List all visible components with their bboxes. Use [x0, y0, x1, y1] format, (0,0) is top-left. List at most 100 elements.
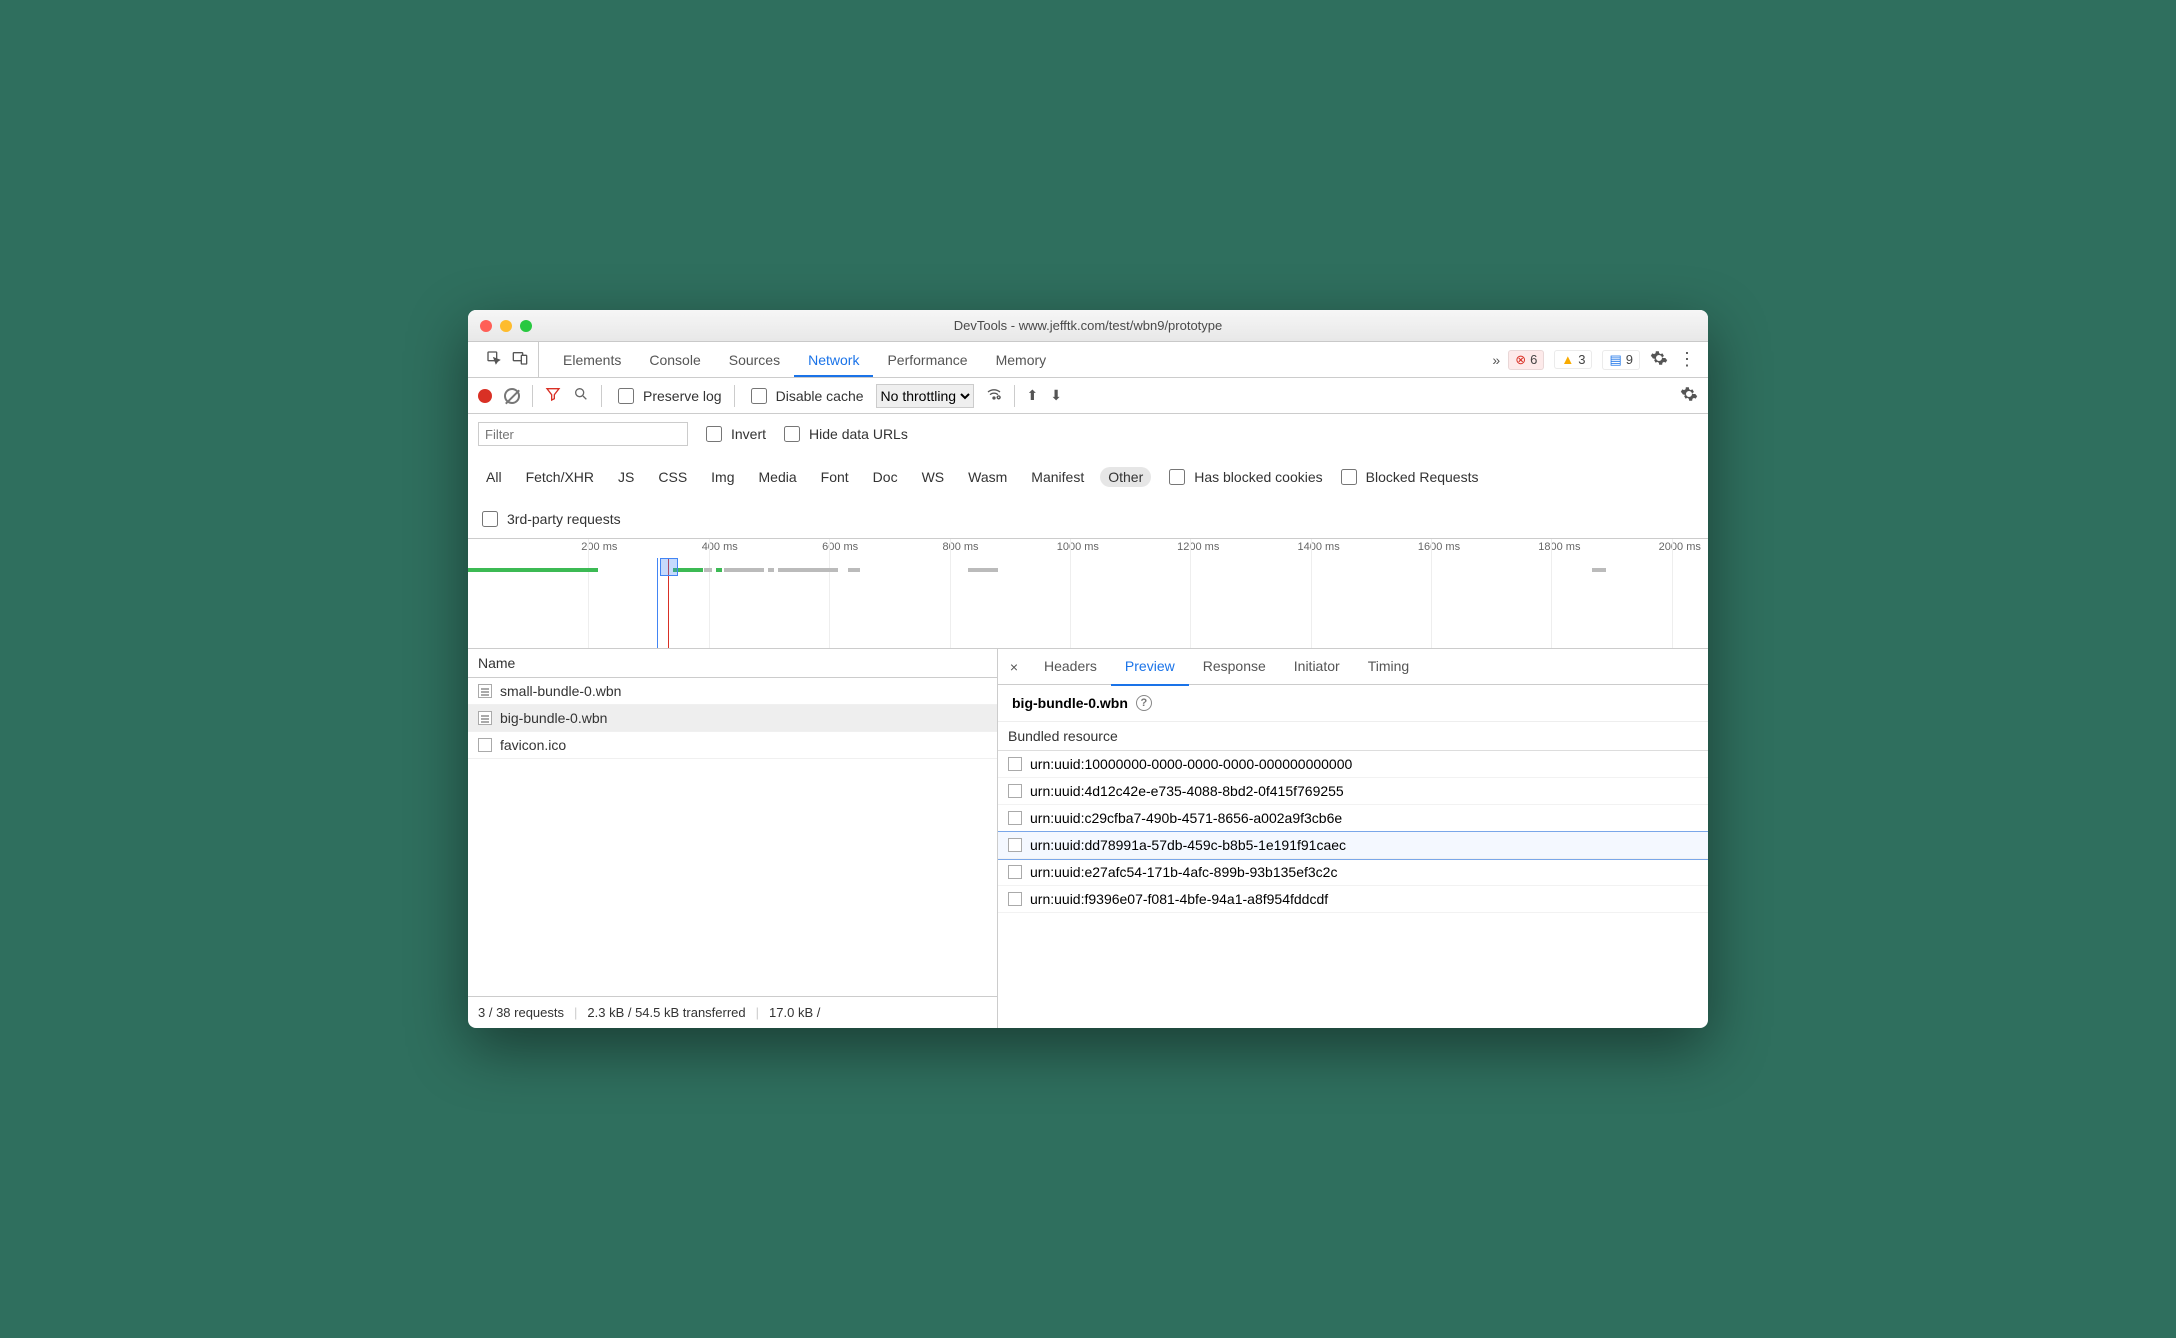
resource-urn: urn:uuid:c29cfba7-490b-4571-8656-a002a9f…: [1030, 810, 1342, 826]
tab-performance[interactable]: Performance: [873, 342, 981, 377]
status-transferred: 2.3 kB / 54.5 kB transferred: [587, 1005, 745, 1020]
detail-tab-response[interactable]: Response: [1189, 648, 1280, 686]
third-party-checkbox[interactable]: 3rd-party requests: [478, 508, 621, 530]
bundled-resource-item[interactable]: urn:uuid:f9396e07-f081-4bfe-94a1-a8f954f…: [998, 886, 1708, 913]
type-img[interactable]: Img: [703, 467, 742, 487]
resource-urn: urn:uuid:dd78991a-57db-459c-b8b5-1e191f9…: [1030, 837, 1346, 853]
bundled-resource-item[interactable]: urn:uuid:10000000-0000-0000-0000-0000000…: [998, 751, 1708, 778]
filter-icon[interactable]: [545, 386, 561, 405]
resource-urn: urn:uuid:e27afc54-171b-4afc-899b-93b135e…: [1030, 864, 1337, 880]
bundled-resource-item[interactable]: urn:uuid:c29cfba7-490b-4571-8656-a002a9f…: [998, 805, 1708, 832]
zoom-window-button[interactable]: [520, 320, 532, 332]
detail-tab-timing[interactable]: Timing: [1354, 648, 1424, 686]
content-area: Name small-bundle-0.wbn big-bundle-0.wbn f…: [468, 649, 1708, 1028]
request-list-panel: Name small-bundle-0.wbn big-bundle-0.wbn f…: [468, 649, 998, 1028]
throttling-select[interactable]: No throttling: [876, 384, 974, 408]
file-icon: [1008, 838, 1022, 852]
tab-network[interactable]: Network: [794, 342, 873, 377]
window-title: DevTools - www.jefftk.com/test/wbn9/prot…: [468, 318, 1708, 333]
file-icon: [1008, 892, 1022, 906]
search-icon[interactable]: [573, 386, 589, 405]
error-icon: ⊗: [1515, 352, 1526, 368]
preserve-log-checkbox[interactable]: Preserve log: [614, 385, 722, 407]
type-css[interactable]: CSS: [650, 467, 695, 487]
help-icon[interactable]: ?: [1136, 695, 1152, 711]
has-blocked-cookies-checkbox[interactable]: Has blocked cookies: [1165, 466, 1322, 488]
status-resources: 17.0 kB /: [769, 1005, 820, 1020]
request-name: big-bundle-0.wbn: [500, 710, 607, 726]
disable-cache-checkbox[interactable]: Disable cache: [747, 385, 864, 407]
bundled-resource-item[interactable]: urn:uuid:e27afc54-171b-4afc-899b-93b135e…: [998, 859, 1708, 886]
type-doc[interactable]: Doc: [865, 467, 906, 487]
type-ws[interactable]: WS: [914, 467, 953, 487]
resource-urn: urn:uuid:10000000-0000-0000-0000-0000000…: [1030, 756, 1352, 772]
upload-har-icon[interactable]: ⬆: [1027, 387, 1039, 404]
clear-button[interactable]: [504, 388, 520, 404]
bundled-resource-item[interactable]: urn:uuid:4d12c42e-e735-4088-8bd2-0f415f7…: [998, 778, 1708, 805]
filter-bar: Invert Hide data URLs All Fetch/XHR JS CSS I…: [468, 414, 1708, 539]
request-row[interactable]: big-bundle-0.wbn: [468, 705, 997, 732]
document-icon: [478, 711, 492, 725]
main-toolbar: ElementsConsoleSourcesNetworkPerformance…: [468, 342, 1708, 378]
type-font[interactable]: Font: [813, 467, 857, 487]
hide-data-urls-checkbox[interactable]: Hide data URLs: [780, 423, 908, 445]
tab-console[interactable]: Console: [635, 342, 714, 377]
type-all[interactable]: All: [478, 467, 510, 487]
type-manifest[interactable]: Manifest: [1023, 467, 1092, 487]
file-icon: [478, 738, 492, 752]
file-icon: [1008, 811, 1022, 825]
kebab-menu-icon[interactable]: ⋮: [1678, 349, 1696, 370]
type-media[interactable]: Media: [751, 467, 805, 487]
tab-sources[interactable]: Sources: [715, 342, 794, 377]
type-fetchxhr[interactable]: Fetch/XHR: [518, 467, 602, 487]
network-settings-icon[interactable]: [1680, 385, 1698, 406]
invert-checkbox[interactable]: Invert: [702, 423, 766, 445]
download-har-icon[interactable]: ⬇: [1050, 387, 1062, 404]
inspect-element-icon[interactable]: [486, 350, 502, 369]
warning-icon: ▲: [1561, 352, 1574, 367]
errors-badge[interactable]: ⊗ 6: [1508, 350, 1544, 370]
status-requests: 3 / 38 requests: [478, 1005, 564, 1020]
resource-urn: urn:uuid:f9396e07-f081-4bfe-94a1-a8f954f…: [1030, 891, 1328, 907]
detail-tab-initiator[interactable]: Initiator: [1280, 648, 1354, 686]
filter-input[interactable]: [478, 422, 688, 446]
resource-urn: urn:uuid:4d12c42e-e735-4088-8bd2-0f415f7…: [1030, 783, 1344, 799]
device-toolbar-icon[interactable]: [512, 350, 528, 369]
warnings-badge[interactable]: ▲ 3: [1554, 350, 1592, 369]
timeline-overview[interactable]: 200 ms400 ms600 ms800 ms1000 ms1200 ms14…: [468, 539, 1708, 649]
network-controls-bar: Preserve log Disable cache No throttling…: [468, 378, 1708, 414]
request-name: small-bundle-0.wbn: [500, 683, 621, 699]
type-other[interactable]: Other: [1100, 467, 1151, 487]
settings-icon[interactable]: [1650, 349, 1668, 370]
more-tabs-icon[interactable]: »: [1484, 352, 1508, 368]
file-icon: [1008, 865, 1022, 879]
detail-tab-headers[interactable]: Headers: [1030, 648, 1111, 686]
bundled-resource-item[interactable]: urn:uuid:dd78991a-57db-459c-b8b5-1e191f9…: [998, 832, 1708, 859]
record-button[interactable]: [478, 389, 492, 403]
minimize-window-button[interactable]: [500, 320, 512, 332]
status-bar: 3 / 38 requests| 2.3 kB / 54.5 kB transf…: [468, 996, 997, 1028]
close-panel-icon[interactable]: ×: [998, 659, 1030, 675]
type-js[interactable]: JS: [610, 467, 642, 487]
document-icon: [478, 684, 492, 698]
resource-name: big-bundle-0.wbn: [1012, 695, 1128, 711]
request-name: favicon.ico: [500, 737, 566, 753]
request-row[interactable]: favicon.ico: [468, 732, 997, 759]
request-row[interactable]: small-bundle-0.wbn: [468, 678, 997, 705]
blocked-requests-checkbox[interactable]: Blocked Requests: [1337, 466, 1479, 488]
detail-tab-preview[interactable]: Preview: [1111, 648, 1189, 686]
titlebar: DevTools - www.jefftk.com/test/wbn9/prot…: [468, 310, 1708, 342]
devtools-window: DevTools - www.jefftk.com/test/wbn9/prot…: [468, 310, 1708, 1028]
tab-memory[interactable]: Memory: [982, 342, 1061, 377]
messages-badge[interactable]: ▤ 9: [1602, 350, 1640, 370]
file-icon: [1008, 757, 1022, 771]
detail-panel: × HeadersPreviewResponseInitiatorTiming …: [998, 649, 1708, 1028]
message-icon: ▤: [1609, 352, 1621, 368]
close-window-button[interactable]: [480, 320, 492, 332]
bundled-resource-header: Bundled resource: [998, 722, 1708, 751]
tab-elements[interactable]: Elements: [549, 342, 635, 377]
type-wasm[interactable]: Wasm: [960, 467, 1015, 487]
network-conditions-icon[interactable]: [986, 386, 1002, 405]
file-icon: [1008, 784, 1022, 798]
name-column-header[interactable]: Name: [468, 649, 997, 678]
